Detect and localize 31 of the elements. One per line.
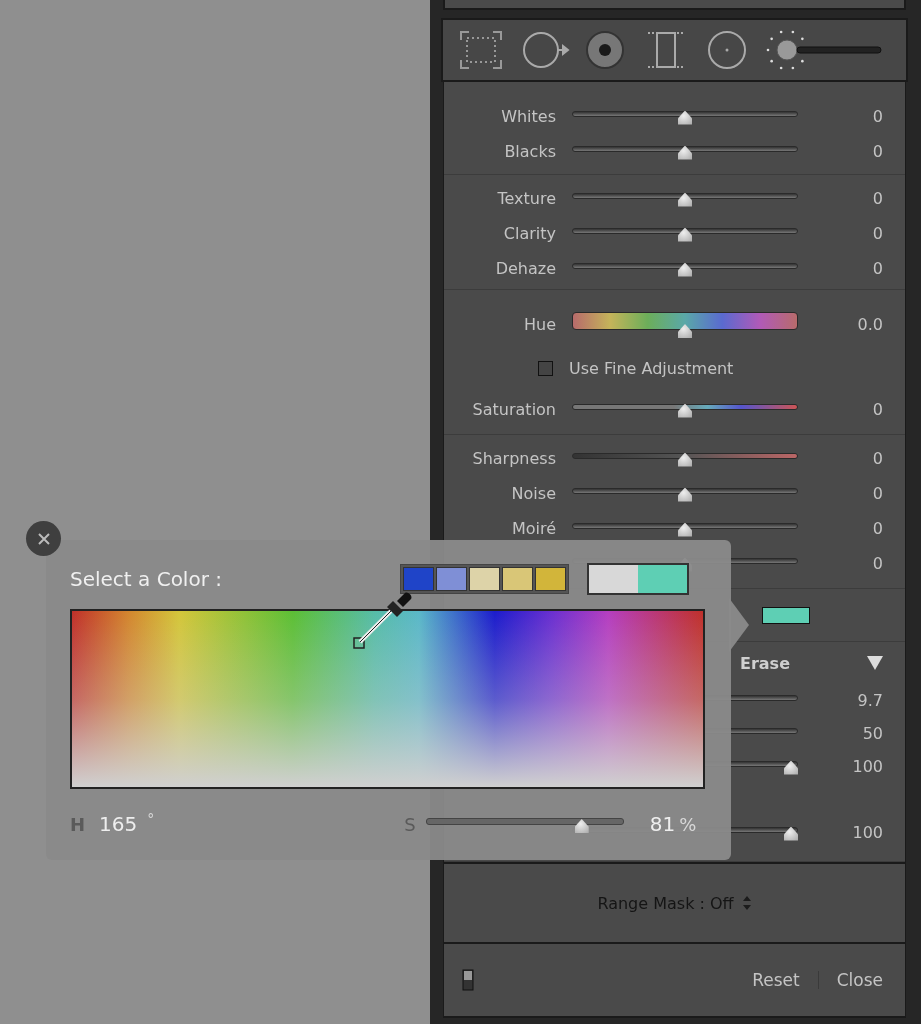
slider-value: 0 <box>871 189 883 208</box>
slider-value: 0 <box>871 224 883 243</box>
slider-value: 0.0 <box>856 314 883 334</box>
slider-label: Sharpness <box>471 449 556 468</box>
slider-label: Clarity <box>502 224 556 243</box>
hue-value: 165 <box>99 812 138 836</box>
slider-value: 0 <box>871 484 883 503</box>
checkbox-label: Use Fine Adjustment <box>569 358 734 378</box>
slider-label: Hue <box>523 314 556 334</box>
slider-value: 0 <box>871 554 883 573</box>
slider-value: 100 <box>851 823 883 842</box>
slider-value: 0 <box>871 142 883 161</box>
slider-value: 0 <box>871 107 883 126</box>
slider-value: 0 <box>871 259 883 278</box>
slider-value: 0 <box>871 519 883 538</box>
slider-label: Moiré <box>510 519 556 538</box>
slider-label: Dehaze <box>494 259 556 278</box>
slider-label: Blacks <box>503 142 556 161</box>
slider-label: Texture <box>496 189 556 208</box>
slider-value: 0 <box>871 449 883 468</box>
hue-unit: ° <box>147 811 155 827</box>
slider-value: 50 <box>861 724 883 743</box>
slider-label: Saturation <box>471 400 556 419</box>
slider-value: 100 <box>851 757 883 776</box>
saturation-value: 81 <box>649 812 676 836</box>
slider-value: 9.7 <box>856 691 883 710</box>
slider-label: Noise <box>510 484 556 503</box>
popup-title: Select a Color : <box>70 567 223 591</box>
slider-label: Whites <box>500 107 556 126</box>
slider-value: 0 <box>871 400 883 419</box>
saturation-unit: % <box>679 813 697 835</box>
